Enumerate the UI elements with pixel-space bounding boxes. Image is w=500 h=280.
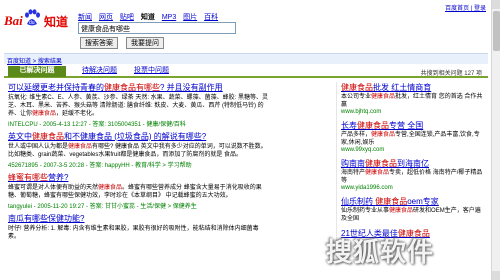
result-title-link[interactable]: 南瓜有哪些保健功能? [8, 213, 270, 224]
result-snippet: 时仔! 营养分析: 1. 解毒: 内含有维生素和果胶，果胶有很好的吸附性，能粘结… [8, 226, 259, 240]
result-tabs: 已解决问题 待解决问题 投票中问题 共搜到相关问题 127 项 [4, 66, 488, 78]
list-item: 可以延缓更老并保持青春的健康食品有哪些? 并且没有副作用 抗氧化: 维生素C、E… [8, 82, 270, 128]
ad-title-link[interactable]: 购南南健康食品到海南亿 [341, 158, 486, 169]
top-right-links[interactable]: 百度首页 | 登录 [445, 3, 486, 12]
scroll-up-arrow-icon[interactable] [492, 0, 500, 9]
result-title-link[interactable]: 可以延缓更老并保持青春的健康食品有哪些? 并且没有副作用 [8, 82, 270, 93]
breadcrumb-link[interactable]: 百度知道 > 搜索结果 [7, 59, 62, 65]
homepage-login-link[interactable]: 百度首页 | 登录 [445, 6, 486, 12]
ad-item: 购南南健康食品到海南亿 海南特产健康食品专卖，超低价格 海南特产/椰子精品等 w… [341, 158, 486, 191]
ad-item: 长寿健康食品专营 全国 产品多样，健康食品专营,全国连锁,产品丰富,饮食,专家,… [341, 120, 486, 153]
tab-solved[interactable]: 已解决问题 [8, 66, 66, 77]
result-meta: tangyulei - 2005-11-20 19:27 - 答案: 甘甘小蜜蕊… [8, 204, 197, 210]
ad-title-link[interactable]: 仙乐制药 健康食品oem专家 [341, 196, 486, 207]
result-meta: INTELCPU - 2005-4-13 12:27 - 答案: 3105004… [8, 122, 186, 128]
nav-zhidao[interactable]: 知道 [141, 14, 155, 21]
logo-text-zhidao: 知道 [44, 15, 69, 29]
breadcrumb: 百度知道 > 搜索结果 [4, 53, 488, 65]
sohu-software-watermark: 搜狐软件 [326, 238, 435, 268]
ad-url: www.bjhtq.com [341, 109, 382, 115]
result-meta: 452671895 - 2007-3-5 20:28 - 答案: happyHH… [8, 163, 192, 169]
ask-question-button[interactable]: 我要提问 [126, 37, 164, 49]
scroll-thumb[interactable] [493, 11, 500, 51]
result-count: 共搜到相关问题 127 项 [420, 71, 482, 77]
ad-title-link[interactable]: 长寿健康食品专营 全国 [341, 120, 486, 131]
nav-web[interactable]: 网页 [99, 14, 113, 21]
results-list: 可以延缓更老并保持青春的健康食品有哪些? 并且没有副作用 抗氧化: 维生素C、E… [8, 82, 270, 244]
nav-baike[interactable]: 百科 [204, 14, 218, 21]
search-answers-button[interactable]: 搜索答案 [80, 37, 118, 49]
scroll-down-arrow-icon[interactable] [492, 271, 500, 280]
search-input[interactable]: 健康食品有哪些 [78, 22, 236, 34]
list-item: 蜂蜜有哪些营养? 蜂蜜可谓是对人体便有助益的天然健康食品。蜂蜜有哪些营养成分 蜂… [8, 172, 270, 210]
svg-text:du: du [29, 20, 35, 26]
ad-item: 仙乐制药 健康食品oem专家 仙乐制药专业从事健康食品研发和OEM生产，客户遍及… [341, 196, 486, 223]
tab-unsolved[interactable]: 待解决问题 [78, 66, 121, 77]
result-snippet: 抗氧化: 维生素C、E、人参、黄芪、沙参、绿茶 天然: 水果、蔬菜、螺藻、菌藻、… [8, 95, 269, 117]
nav-images[interactable]: 图片 [183, 14, 197, 21]
ad-desc: 仙乐制药专业从事健康食品研发和OEM生产，客户遍及全国 [341, 208, 481, 222]
ad-title-link[interactable]: 健康食品批发 红土情商育 [341, 82, 486, 93]
list-item: 英文中健康食品和不健康食品 (垃圾食品) 的解说有哪些? 世人或中国人认为都是健… [8, 131, 270, 169]
nav-news[interactable]: 新闻 [78, 14, 92, 21]
ad-url: www.yida1996.com [341, 185, 393, 191]
tab-voting[interactable]: 投票中问题 [130, 66, 173, 77]
vertical-scrollbar[interactable] [491, 0, 500, 280]
baidu-zhidao-logo[interactable]: Bai du 知道 [4, 9, 74, 33]
top-navigation: 新闻 网页 贴吧 知道 MP3 图片 百科 [78, 12, 218, 22]
ad-desc: 产品多样，健康食品专营,全国连锁,产品丰富,饮食,专家,休闲,娱乐 [341, 132, 480, 146]
ad-item: 健康食品批发 红土情商育 本公司专业健康食品批发，红土情育 您的首选 合作共赢 … [341, 82, 486, 115]
ad-desc: 本公司专业健康食品批发，红土情育 您的首选 合作共赢 [341, 94, 483, 108]
sponsored-links: 健康食品批发 红土情商育 本公司专业健康食品批发，红土情育 您的首选 合作共赢 … [336, 82, 486, 244]
list-item: 南瓜有哪些保健功能? 时仔! 营养分析: 1. 解毒: 内含有维生素和果胶，果胶… [8, 213, 270, 241]
result-title-link[interactable]: 英文中健康食品和不健康食品 (垃圾食品) 的解说有哪些? [8, 131, 270, 142]
result-title-link[interactable]: 蜂蜜有哪些营养? [8, 172, 270, 183]
logo-text-bai: Bai [4, 13, 23, 28]
ad-desc: 海南特产健康食品专卖，超低价格 海南特产/椰子精品等 [341, 170, 483, 184]
paw-logo-icon: du [25, 9, 40, 26]
result-snippet: 蜂蜜可谓是对人体便有助益的天然健康食品。蜂蜜有哪些营养成分 蜂蜜含大量易于消化吸… [8, 185, 262, 199]
ad-url: www.99xyq.com [341, 147, 385, 153]
nav-tieba[interactable]: 贴吧 [120, 14, 134, 21]
result-snippet: 世人或中国人认为都是健康食品有哪些? 健康食品 英文中我有多少对应的单词，可以说… [8, 144, 267, 158]
nav-mp3[interactable]: MP3 [162, 14, 176, 21]
